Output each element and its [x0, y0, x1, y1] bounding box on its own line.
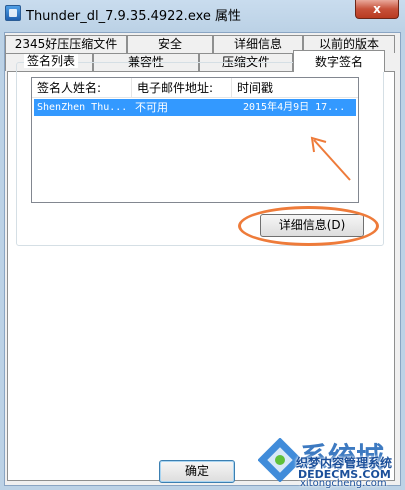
watermark-site: xitongcheng.com [300, 478, 387, 489]
column-header-signer[interactable]: 签名人姓名: [32, 78, 132, 98]
column-header-email[interactable]: 电子邮件地址: [132, 78, 232, 98]
tab-details[interactable]: 详细信息 [213, 35, 303, 53]
tab-security[interactable]: 安全 [127, 35, 213, 53]
table-row[interactable]: ShenZhen Thu... 不可用 2015年4月9日 17... [34, 99, 356, 116]
close-button[interactable]: x [355, 0, 399, 19]
app-icon [5, 5, 21, 21]
ok-button[interactable]: 确定 [159, 460, 235, 483]
annotation-arrow-icon [310, 136, 351, 181]
signature-list-label: 签名列表 [24, 54, 79, 68]
email-cell: 不可用 [135, 101, 168, 114]
column-header-timestamp[interactable]: 时间戳 [232, 78, 358, 98]
signer-cell: ShenZhen Thu... [37, 102, 128, 113]
tab-2345-archive[interactable]: 2345好压压缩文件 [5, 35, 127, 53]
title-bar[interactable]: Thunder_dl_7.9.35.4922.exe 属性 x [0, 0, 405, 28]
window-title: Thunder_dl_7.9.35.4922.exe 属性 [26, 9, 242, 24]
highlight-ellipse [238, 206, 379, 246]
tab-digital-signatures[interactable]: 数字签名 [293, 50, 385, 72]
properties-window: Thunder_dl_7.9.35.4922.exe 属性 x 2345好压压缩… [0, 0, 405, 490]
timestamp-cell: 2015年4月9日 17... [243, 102, 346, 113]
